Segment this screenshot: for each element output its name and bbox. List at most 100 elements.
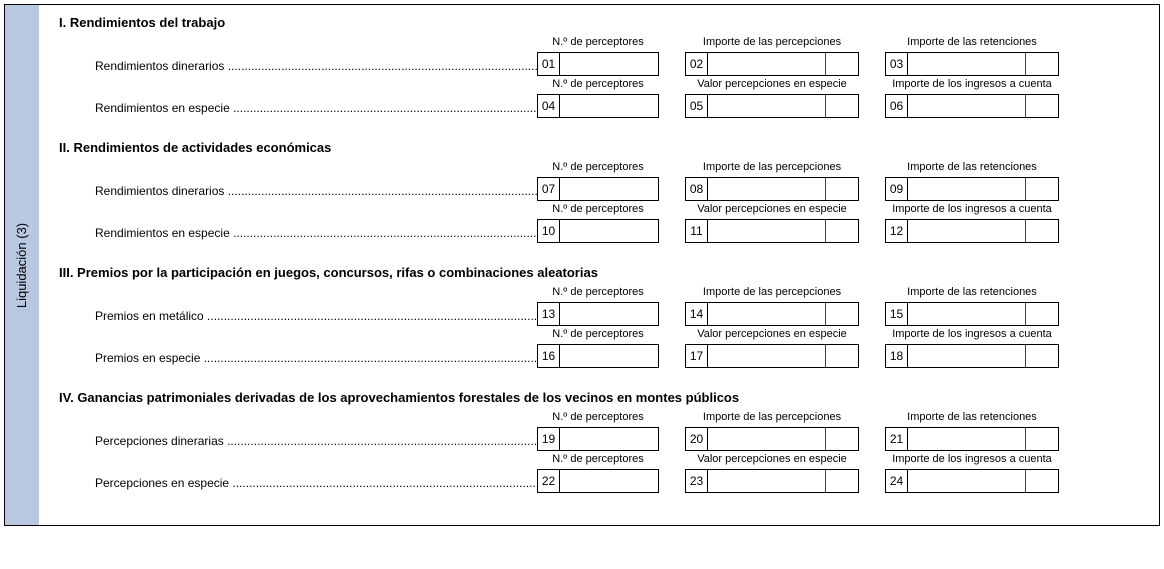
- field-box-19[interactable]: 19: [537, 427, 659, 451]
- field-header: N.º de perceptores: [552, 286, 643, 300]
- field-input[interactable]: [908, 178, 1058, 200]
- field-header: Importe de las retenciones: [907, 161, 1037, 175]
- field-group: Importe de las percepciones02: [685, 36, 859, 76]
- field-box-13[interactable]: 13: [537, 302, 659, 326]
- row-label: Rendimientos dinerarios ................…: [47, 59, 537, 76]
- field-group: N.º de perceptores16: [537, 328, 659, 368]
- form-body: I. Rendimientos del trabajoRendimientos …: [39, 5, 1159, 525]
- field-input[interactable]: [908, 428, 1058, 450]
- field-group: Importe de las retenciones03: [885, 36, 1059, 76]
- field-number: 22: [538, 470, 560, 492]
- field-input[interactable]: [908, 53, 1058, 75]
- field-box-01[interactable]: 01: [537, 52, 659, 76]
- field-number: 19: [538, 428, 560, 450]
- field-box-17[interactable]: 17: [685, 344, 859, 368]
- field-box-24[interactable]: 24: [885, 469, 1059, 493]
- field-group: N.º de perceptores10: [537, 203, 659, 243]
- field-header: Importe de los ingresos a cuenta: [892, 328, 1052, 342]
- fields: N.º de perceptores22Valor percepciones e…: [537, 453, 1059, 493]
- field-group: Importe de los ingresos a cuenta24: [885, 453, 1059, 493]
- field-input[interactable]: [560, 220, 658, 242]
- field-input[interactable]: [560, 428, 658, 450]
- field-group: Importe de las percepciones 20: [685, 411, 859, 451]
- section: III. Premios por la participación en jue…: [47, 265, 1147, 368]
- row-label: Rendimientos en especie ................…: [47, 226, 537, 243]
- field-box-09[interactable]: 09: [885, 177, 1059, 201]
- field-box-23[interactable]: 23: [685, 469, 859, 493]
- field-box-06[interactable]: 06: [885, 94, 1059, 118]
- field-input[interactable]: [908, 470, 1058, 492]
- field-header: N.º de perceptores: [552, 78, 643, 92]
- field-group: Importe de las percepciones14: [685, 286, 859, 326]
- field-group: Valor percepciones en especie23: [685, 453, 859, 493]
- field-header: Importe de las retenciones: [907, 411, 1037, 425]
- form-row: Rendimientos dinerarios ................…: [47, 36, 1147, 76]
- field-input[interactable]: [708, 95, 858, 117]
- field-box-02[interactable]: 02: [685, 52, 859, 76]
- field-header: Importe de las percepciones: [703, 161, 841, 175]
- field-input[interactable]: [708, 178, 858, 200]
- field-input[interactable]: [908, 95, 1058, 117]
- field-input[interactable]: [708, 428, 858, 450]
- fields: N.º de perceptores10 Valor percepciones e…: [537, 203, 1059, 243]
- field-box-11[interactable]: 11: [685, 219, 859, 243]
- field-group: Importe de las percepciones 08: [685, 161, 859, 201]
- field-number: 14: [686, 303, 708, 325]
- field-box-14[interactable]: 14: [685, 302, 859, 326]
- field-number: 06: [886, 95, 908, 117]
- field-input[interactable]: [560, 345, 658, 367]
- field-group: N.º de perceptores07: [537, 161, 659, 201]
- field-input[interactable]: [708, 220, 858, 242]
- field-header: Importe de las percepciones: [703, 411, 841, 425]
- field-group: Importe de los ingresos a cuenta 06: [885, 78, 1059, 118]
- field-input[interactable]: [908, 303, 1058, 325]
- field-input[interactable]: [708, 470, 858, 492]
- section-title: IV. Ganancias patrimoniales derivadas de…: [59, 390, 1147, 405]
- field-input[interactable]: [560, 303, 658, 325]
- field-box-15[interactable]: 15: [885, 302, 1059, 326]
- field-number: 16: [538, 345, 560, 367]
- field-group: Importe de los ingresos a cuenta 12: [885, 203, 1059, 243]
- field-box-18[interactable]: 18: [885, 344, 1059, 368]
- row-label: Rendimientos en especie ................…: [47, 101, 537, 118]
- field-number: 13: [538, 303, 560, 325]
- field-input[interactable]: [908, 345, 1058, 367]
- field-number: 05: [686, 95, 708, 117]
- field-header: Valor percepciones en especie: [697, 203, 847, 217]
- field-number: 24: [886, 470, 908, 492]
- field-group: Importe de las retenciones 09: [885, 161, 1059, 201]
- field-input[interactable]: [908, 220, 1058, 242]
- field-input[interactable]: [708, 53, 858, 75]
- fields: N.º de perceptores19Importe de las perce…: [537, 411, 1059, 451]
- field-number: 21: [886, 428, 908, 450]
- field-header: Importe de los ingresos a cuenta: [892, 203, 1052, 217]
- field-box-22[interactable]: 22: [537, 469, 659, 493]
- field-number: 12: [886, 220, 908, 242]
- field-number: 07: [538, 178, 560, 200]
- row-label: Percepciones dinerarias ................…: [47, 434, 537, 451]
- field-header: Importe de los ingresos a cuenta: [892, 78, 1052, 92]
- form-row: Premios en especie .....................…: [47, 328, 1147, 368]
- field-box-16[interactable]: 16: [537, 344, 659, 368]
- field-group: Valor percepciones en especie17: [685, 328, 859, 368]
- field-input[interactable]: [708, 345, 858, 367]
- field-box-08[interactable]: 08: [685, 177, 859, 201]
- field-header: N.º de perceptores: [552, 36, 643, 50]
- field-number: 18: [886, 345, 908, 367]
- field-input[interactable]: [560, 470, 658, 492]
- field-number: 09: [886, 178, 908, 200]
- field-box-21[interactable]: 21: [885, 427, 1059, 451]
- field-input[interactable]: [560, 53, 658, 75]
- field-box-04[interactable]: 04: [537, 94, 659, 118]
- field-box-05[interactable]: 05: [685, 94, 859, 118]
- field-box-10[interactable]: 10: [537, 219, 659, 243]
- row-label: Percepciones en especie ................…: [47, 476, 537, 493]
- field-input[interactable]: [560, 95, 658, 117]
- field-box-12[interactable]: 12: [885, 219, 1059, 243]
- field-box-03[interactable]: 03: [885, 52, 1059, 76]
- field-input[interactable]: [708, 303, 858, 325]
- field-input[interactable]: [560, 178, 658, 200]
- field-box-20[interactable]: 20: [685, 427, 859, 451]
- field-box-07[interactable]: 07: [537, 177, 659, 201]
- row-label: Rendimientos dinerarios ................…: [47, 184, 537, 201]
